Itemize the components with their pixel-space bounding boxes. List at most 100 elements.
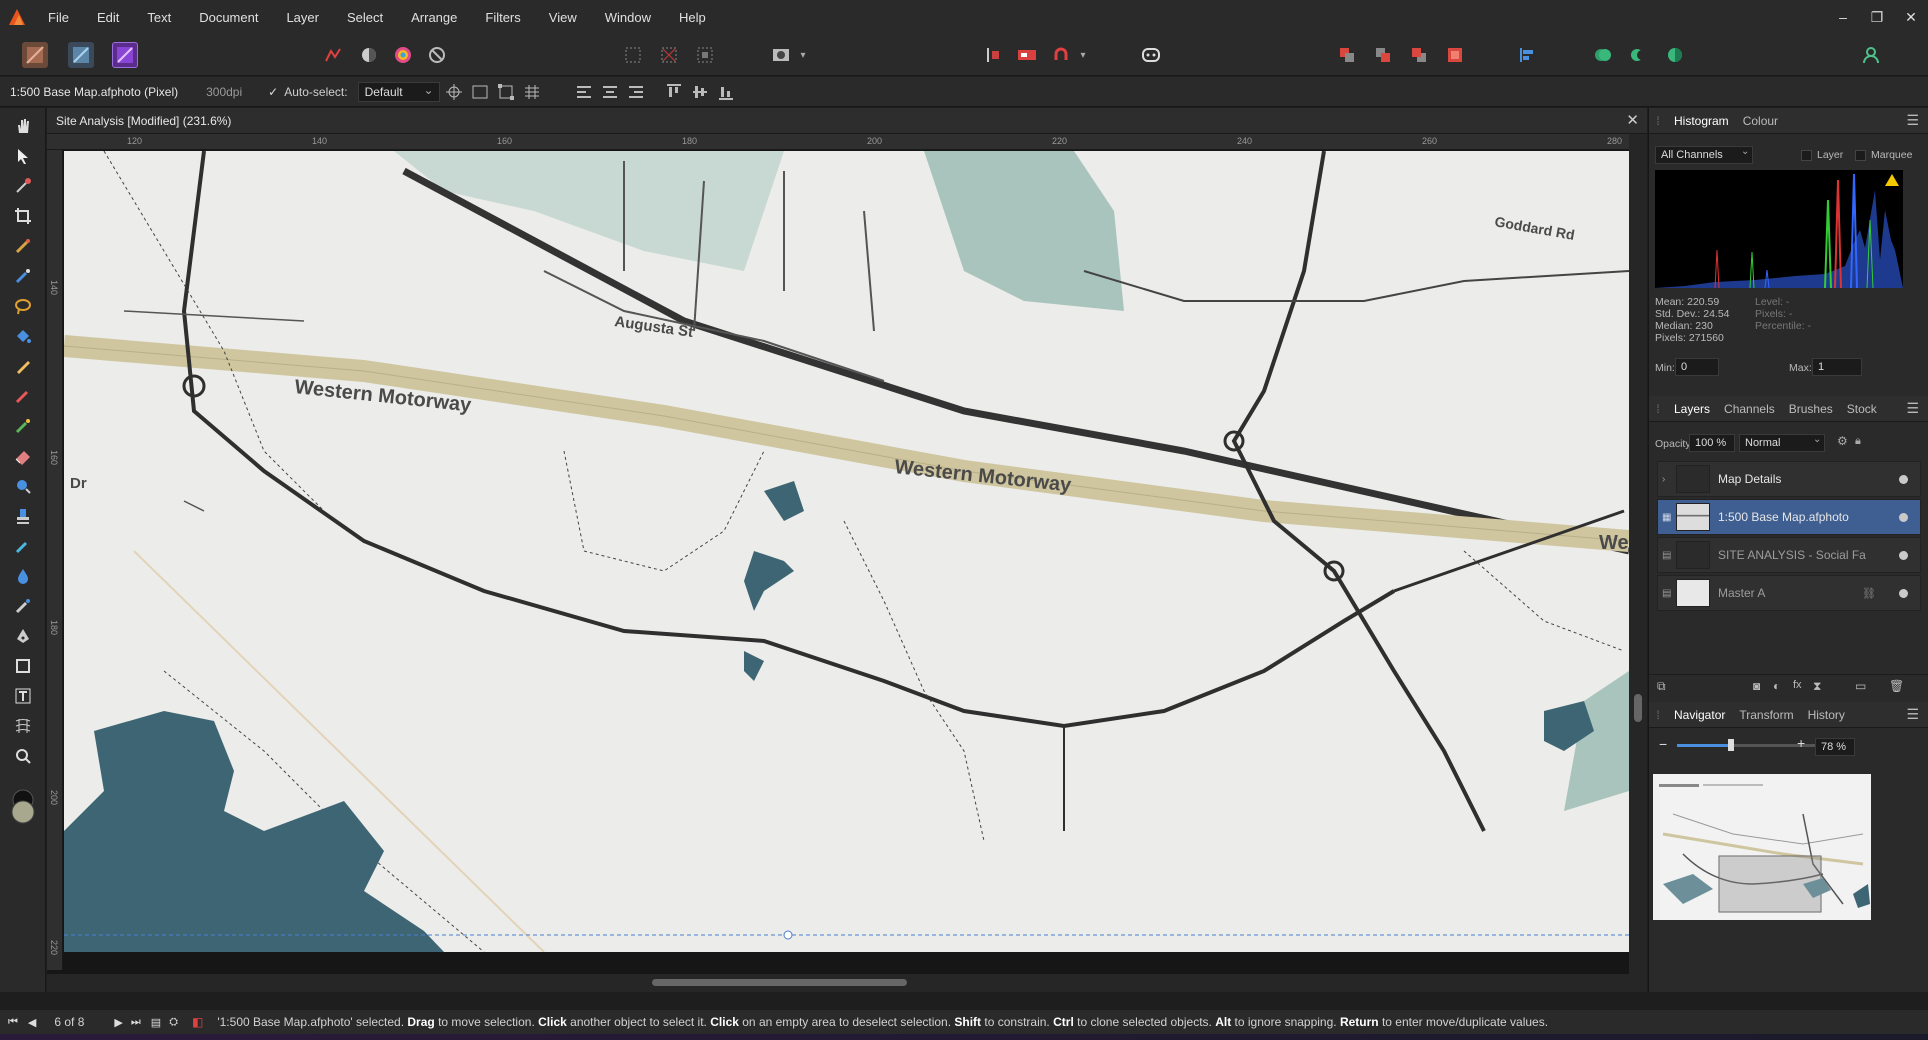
menu-document[interactable]: Document [185, 10, 272, 25]
blend-mode-dropdown-icon[interactable]: ⌄ [1813, 434, 1821, 445]
align-center-icon[interactable] [600, 82, 620, 102]
horizontal-scroll-thumb[interactable] [652, 979, 907, 986]
align-left-icon[interactable] [574, 82, 594, 102]
move-tool-icon[interactable] [11, 144, 35, 168]
layer-settings-icon[interactable]: ⚙ [1837, 434, 1848, 448]
zoom-tool-icon[interactable] [11, 744, 35, 768]
color-picker-icon[interactable] [11, 174, 35, 198]
selection-brush-icon[interactable] [11, 264, 35, 288]
visibility-toggle-icon[interactable] [1899, 588, 1908, 598]
menu-view[interactable]: View [535, 10, 591, 25]
zoom-in-icon[interactable]: + [1797, 735, 1805, 751]
zoom-input[interactable]: 78 % [1815, 738, 1855, 756]
grid-alignment-icon[interactable] [522, 82, 542, 102]
brush-dock-icon[interactable] [320, 42, 346, 68]
vertical-ruler[interactable]: 140 160 180 200 220 [47, 150, 63, 970]
channel-select[interactable]: All Channels [1655, 146, 1753, 164]
marquee-checkbox[interactable] [1855, 150, 1866, 161]
opacity-input[interactable]: 100 % [1689, 434, 1735, 452]
pages-icon[interactable]: ▤ [151, 1016, 161, 1029]
tab-stock[interactable]: Stock [1840, 402, 1884, 416]
panel-grip-icon[interactable]: ⁞ [1649, 402, 1667, 416]
crop-tool-icon[interactable] [11, 204, 35, 228]
mask-layer-icon[interactable]: ◙ [1753, 679, 1760, 693]
arrange-forward-icon[interactable] [1406, 42, 1432, 68]
opacity-icon[interactable] [356, 42, 382, 68]
invert-selection-icon[interactable] [692, 42, 718, 68]
live-filter-icon[interactable]: ⧗ [1813, 679, 1821, 694]
tab-layers[interactable]: Layers [1667, 402, 1717, 416]
panel-grip-icon[interactable]: ⁞ [1649, 114, 1667, 128]
panel-menu-icon[interactable]: ☰ [1906, 400, 1919, 417]
visibility-toggle-icon[interactable] [1899, 550, 1908, 560]
navigator-preview[interactable] [1653, 774, 1871, 920]
align-top-icon[interactable] [664, 82, 684, 102]
boolean-intersect-icon[interactable] [1662, 42, 1688, 68]
transform-origin-icon[interactable] [444, 82, 464, 102]
clear-selection-icon[interactable] [656, 42, 682, 68]
tab-history[interactable]: History [1801, 708, 1852, 722]
dodge-tool-icon[interactable] [11, 534, 35, 558]
tab-navigator[interactable]: Navigator [1667, 708, 1732, 722]
align-icon[interactable] [1514, 42, 1540, 68]
colour-wheel-icon[interactable] [390, 42, 416, 68]
pen-tool-icon[interactable] [11, 624, 35, 648]
layer-row[interactable]: ▤ SITE ANALYSIS - Social Fa [1657, 537, 1921, 573]
menu-filters[interactable]: Filters [471, 10, 534, 25]
add-group-icon[interactable]: ▭ [1855, 679, 1866, 693]
vertical-scrollbar[interactable] [1629, 134, 1647, 978]
preview-mode-icon[interactable]: ⛭ [169, 1016, 178, 1029]
tab-channels[interactable]: Channels [1717, 402, 1782, 416]
align-right-icon[interactable] [626, 82, 646, 102]
tab-brushes[interactable]: Brushes [1782, 402, 1840, 416]
select-tool-icon[interactable] [424, 42, 450, 68]
zoom-blur-icon[interactable] [11, 474, 35, 498]
show-handles-icon[interactable] [496, 82, 516, 102]
menu-help[interactable]: Help [665, 10, 720, 25]
arrange-back-icon[interactable] [1334, 42, 1360, 68]
account-icon[interactable] [1858, 42, 1884, 68]
auto-select-checkbox[interactable]: ✓ Auto-select: [268, 85, 347, 99]
menu-file[interactable]: File [34, 10, 83, 25]
snapping-icon[interactable] [980, 42, 1006, 68]
zoom-slider-thumb[interactable] [1728, 739, 1734, 751]
layer-row[interactable]: › Map Details [1657, 461, 1921, 497]
vertical-scroll-thumb[interactable] [1634, 694, 1642, 722]
mask-mode-icon[interactable] [768, 42, 794, 68]
panel-menu-icon[interactable]: ☰ [1906, 706, 1919, 723]
max-input[interactable]: 1 [1812, 358, 1862, 376]
smudge-tool-icon[interactable] [11, 594, 35, 618]
colour-swatch-icon[interactable] [10, 788, 36, 828]
add-layer-icon[interactable]: ⧉ [1657, 679, 1666, 694]
mesh-warp-icon[interactable] [11, 714, 35, 738]
minimize-icon[interactable]: – [1826, 9, 1860, 25]
arrange-backward-icon[interactable] [1370, 42, 1396, 68]
mask-dropdown-icon[interactable]: ▾ [796, 42, 810, 68]
close-document-icon[interactable]: ✕ [1626, 111, 1639, 129]
pencil-tool-icon[interactable] [11, 354, 35, 378]
horizontal-scrollbar[interactable] [47, 974, 1647, 992]
min-input[interactable]: 0 [1675, 358, 1719, 376]
snap-dropdown-icon[interactable]: ▾ [1076, 42, 1090, 68]
first-page-icon[interactable]: ⏮ [8, 1016, 18, 1029]
panel-menu-icon[interactable]: ☰ [1906, 112, 1919, 129]
persona-publisher-icon[interactable] [112, 42, 138, 68]
blur-tool-icon[interactable] [11, 564, 35, 588]
marquee-icon[interactable] [620, 42, 646, 68]
link-icon[interactable]: ⛓︎ [1862, 587, 1876, 600]
menu-edit[interactable]: Edit [83, 10, 133, 25]
paint-brush-tool-icon[interactable] [11, 234, 35, 258]
text-tool-icon[interactable] [11, 684, 35, 708]
delete-layer-icon[interactable]: 🗑︎ [1889, 679, 1904, 693]
menu-layer[interactable]: Layer [272, 10, 333, 25]
brush-tool-icon[interactable] [11, 384, 35, 408]
tab-colour[interactable]: Colour [1736, 114, 1785, 128]
rectangle-tool-icon[interactable] [11, 654, 35, 678]
channel-dropdown-icon[interactable]: ⌄ [1741, 146, 1749, 157]
visibility-toggle-icon[interactable] [1899, 512, 1908, 522]
document-tab[interactable]: Site Analysis [Modified] (231.6%) ✕ [47, 108, 1647, 134]
preflight-icon[interactable]: ◧ [192, 1015, 203, 1029]
boolean-subtract-icon[interactable] [1626, 42, 1652, 68]
next-page-icon[interactable]: ▶ [114, 1016, 122, 1029]
visibility-toggle-icon[interactable] [1899, 474, 1908, 484]
